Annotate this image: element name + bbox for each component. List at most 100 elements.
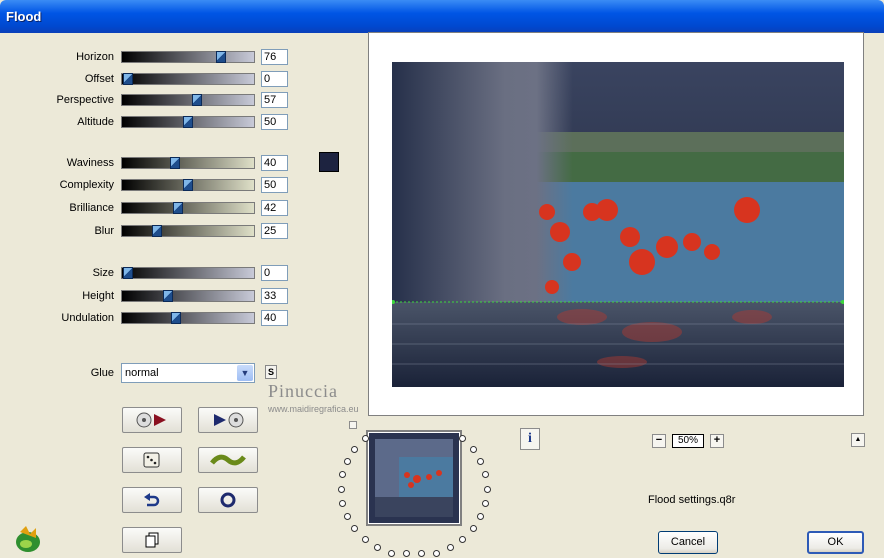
nav-ring-dot: [343, 513, 351, 521]
circle-icon: [220, 492, 236, 508]
chevron-down-icon[interactable]: ▼: [237, 365, 253, 381]
offset-label: Offset: [84, 73, 114, 85]
s-button[interactable]: S: [265, 365, 277, 379]
nav-ring-dot: [418, 550, 426, 557]
zoom-out-button[interactable]: −: [652, 434, 666, 448]
nav-ring-dot: [351, 525, 359, 533]
disc-play-icon: [136, 412, 166, 428]
nav-ring-dot: [469, 525, 477, 533]
height-field[interactable]: 33: [261, 288, 288, 304]
copy-icon: [145, 532, 159, 548]
nav-ring-dot: [402, 550, 410, 557]
waviness-label: Waviness: [66, 157, 114, 169]
slider-thumb[interactable]: [152, 225, 162, 237]
copy-button[interactable]: [122, 527, 182, 553]
slider-thumb[interactable]: [123, 73, 133, 85]
glue-select[interactable]: normal ▼: [121, 363, 255, 383]
horizon-label: Horizon: [76, 51, 114, 63]
ok-button[interactable]: OK: [807, 531, 864, 554]
nav-ring-dot: [483, 485, 491, 493]
watermark-site: www.maidiregrafica.eu: [268, 404, 359, 414]
nav-ring-dot: [469, 445, 477, 453]
height-slider[interactable]: [121, 290, 255, 302]
nav-ring-dot: [459, 434, 467, 442]
flood-dialog: Flood Horizon 76 Offset 0 Perspective 57…: [0, 0, 884, 558]
undulation-label: Undulation: [61, 312, 114, 324]
reset-button[interactable]: [198, 487, 258, 513]
undulation-field[interactable]: 40: [261, 310, 288, 326]
blur-slider[interactable]: [121, 225, 255, 237]
title-bar: Flood: [0, 0, 884, 33]
height-label: Height: [82, 290, 114, 302]
play-disc-icon: [214, 412, 244, 428]
info-button[interactable]: i: [520, 428, 540, 450]
brilliance-slider[interactable]: [121, 202, 255, 214]
nav-ring-dot: [459, 536, 467, 544]
undulation-slider[interactable]: [121, 312, 255, 324]
offset-field[interactable]: 0: [261, 71, 288, 87]
glue-value: normal: [125, 367, 159, 379]
nav-ring-dot: [477, 513, 485, 521]
wave-icon: [210, 454, 246, 466]
nav-ring-dot: [433, 550, 441, 557]
nav-corner-handle[interactable]: [349, 421, 357, 429]
nav-ring-dot: [447, 544, 454, 552]
nav-ring-dot: [361, 536, 369, 544]
size-field[interactable]: 0: [261, 265, 288, 281]
slider-thumb[interactable]: [192, 94, 202, 106]
watermark-name: Pinuccia: [268, 381, 338, 401]
nav-ring-dot: [351, 445, 359, 453]
zoom-value: 50%: [672, 434, 704, 448]
zoom-in-button[interactable]: +: [710, 434, 724, 448]
undo-button[interactable]: [122, 487, 182, 513]
slider-thumb[interactable]: [183, 116, 193, 128]
app-logo-icon: [16, 526, 40, 552]
preview-frame: [368, 32, 864, 416]
complexity-field[interactable]: 50: [261, 177, 288, 193]
altitude-field[interactable]: 50: [261, 114, 288, 130]
slider-thumb[interactable]: [173, 202, 183, 214]
horizon-field[interactable]: 76: [261, 49, 288, 65]
waviness-slider[interactable]: [121, 157, 255, 169]
waviness-field[interactable]: 40: [261, 155, 288, 171]
brilliance-label: Brilliance: [69, 202, 114, 214]
glue-label: Glue: [90, 367, 114, 379]
nav-ring-dot: [481, 499, 489, 507]
horizon-slider[interactable]: [121, 51, 255, 63]
water-color-swatch[interactable]: [319, 152, 339, 172]
offset-slider[interactable]: [121, 73, 255, 85]
nav-ring-dot: [361, 434, 369, 442]
slider-thumb[interactable]: [123, 267, 133, 279]
perspective-field[interactable]: 57: [261, 92, 288, 108]
play-forward-button[interactable]: [198, 407, 258, 433]
settings-filename: Flood settings.q8r: [648, 494, 736, 506]
slider-thumb[interactable]: [170, 157, 180, 169]
altitude-slider[interactable]: [121, 116, 255, 128]
perspective-slider[interactable]: [121, 94, 255, 106]
cancel-button[interactable]: Cancel: [658, 531, 718, 554]
blur-field[interactable]: 25: [261, 223, 288, 239]
play-back-button[interactable]: [122, 407, 182, 433]
window-title: Flood: [6, 9, 42, 24]
brilliance-field[interactable]: 42: [261, 200, 288, 216]
wave-button[interactable]: [198, 447, 258, 473]
blur-label: Blur: [94, 225, 114, 237]
complexity-label: Complexity: [59, 179, 114, 191]
randomize-button[interactable]: [122, 447, 182, 473]
size-slider[interactable]: [121, 267, 255, 279]
navigator-thumbnail[interactable]: [366, 430, 462, 526]
slider-thumb[interactable]: [216, 51, 226, 63]
nav-ring-dot: [339, 471, 347, 479]
nav-ring-dot: [477, 457, 485, 465]
slider-thumb[interactable]: [171, 312, 181, 324]
slider-thumb[interactable]: [183, 179, 193, 191]
nav-ring-dot: [343, 457, 351, 465]
nav-ring-dot: [387, 550, 395, 557]
perspective-label: Perspective: [56, 94, 114, 106]
collapse-button[interactable]: ▲: [851, 433, 865, 447]
slider-thumb[interactable]: [163, 290, 173, 302]
size-label: Size: [92, 267, 114, 279]
nav-ring-dot: [337, 485, 345, 493]
undo-icon: [144, 493, 160, 507]
complexity-slider[interactable]: [121, 179, 255, 191]
